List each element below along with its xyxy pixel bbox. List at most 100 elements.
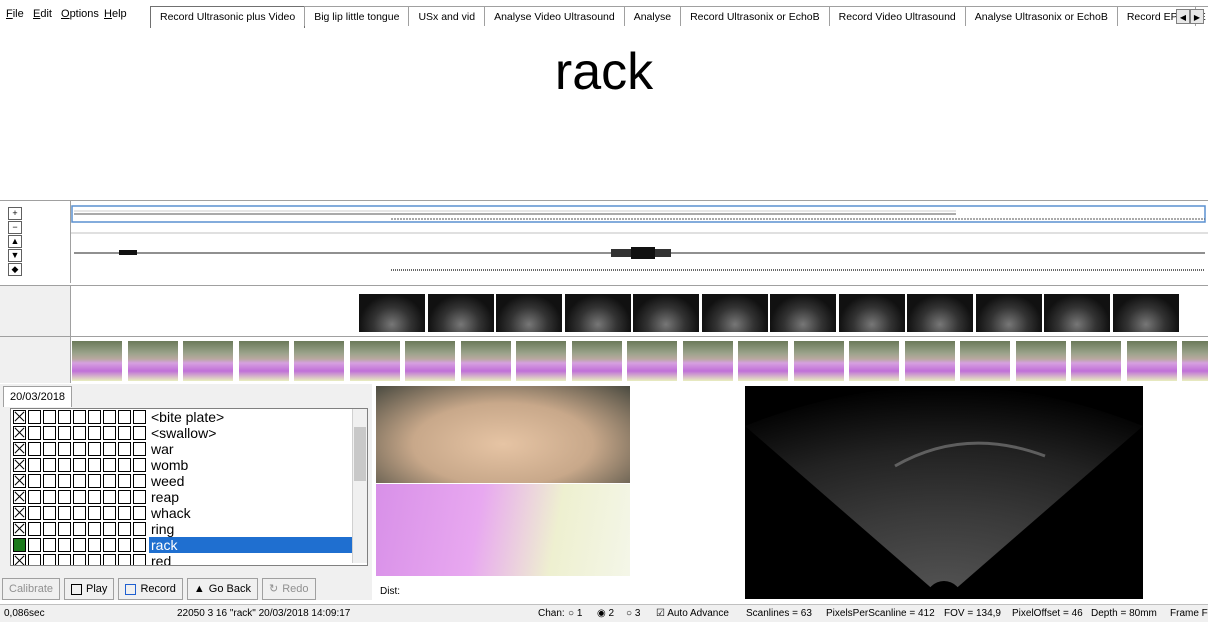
item-checkbox[interactable]: [58, 442, 71, 456]
menu-options[interactable]: Options: [61, 8, 99, 20]
item-checkbox[interactable]: [28, 426, 41, 440]
item-checkbox[interactable]: [103, 458, 116, 472]
item-checkbox[interactable]: [133, 442, 146, 456]
ultrasound-thumbnail[interactable]: [838, 294, 905, 332]
item-checkbox[interactable]: [118, 410, 131, 424]
item-checkbox[interactable]: [88, 458, 101, 472]
item-checkbox[interactable]: [103, 442, 116, 456]
item-checkbox[interactable]: [28, 554, 41, 565]
item-checkbox[interactable]: [58, 410, 71, 424]
ultrasound-thumbnail[interactable]: [564, 294, 631, 332]
video-panel[interactable]: [376, 386, 632, 578]
tab-scroll-left-icon[interactable]: ◀: [1176, 9, 1190, 24]
list-item[interactable]: <bite plate>: [11, 409, 351, 425]
fit-icon[interactable]: ◆: [8, 263, 22, 276]
tab-analyse-video-us[interactable]: Analyse Video Ultrasound: [484, 6, 625, 26]
item-checkbox[interactable]: [73, 410, 86, 424]
item-checkbox[interactable]: [58, 458, 71, 472]
video-thumbnail[interactable]: [960, 341, 1010, 381]
item-checkbox[interactable]: [133, 490, 146, 504]
video-thumbnail[interactable]: [1015, 341, 1066, 381]
item-checkbox[interactable]: [28, 506, 41, 520]
video-thumbnail[interactable]: [1182, 341, 1208, 381]
item-checkbox[interactable]: [73, 554, 86, 565]
item-checkbox[interactable]: [133, 410, 146, 424]
calibrate-button[interactable]: Calibrate: [2, 578, 61, 600]
item-checkbox[interactable]: [43, 506, 56, 520]
ultrasound-thumbnail[interactable]: [427, 294, 494, 332]
item-checkbox[interactable]: [43, 426, 56, 440]
item-checkbox[interactable]: [133, 474, 146, 488]
item-checkbox[interactable]: [133, 506, 146, 520]
video-thumbnail[interactable]: [72, 341, 122, 381]
item-checkbox[interactable]: [13, 426, 26, 440]
ultrasound-thumbnail[interactable]: [1112, 294, 1179, 332]
item-checkbox[interactable]: [73, 538, 86, 552]
session-date-tab[interactable]: 20/03/2018: [3, 386, 73, 407]
item-checkbox[interactable]: [43, 410, 56, 424]
chan-radio-2[interactable]: ◉ 2: [597, 608, 614, 619]
list-item[interactable]: red: [11, 553, 351, 565]
tab-analyse[interactable]: Analyse: [623, 6, 682, 26]
video-thumbnail[interactable]: [183, 341, 233, 381]
menu-help[interactable]: Help: [104, 8, 127, 20]
item-checkbox[interactable]: [43, 554, 56, 565]
item-checkbox[interactable]: [28, 458, 41, 472]
item-checkbox[interactable]: [88, 538, 101, 552]
ultrasound-thumbnail[interactable]: [975, 294, 1042, 332]
record-button[interactable]: Record: [118, 578, 183, 600]
item-checkbox[interactable]: [73, 474, 86, 488]
item-checkbox[interactable]: [103, 410, 116, 424]
item-checkbox[interactable]: [13, 506, 26, 520]
item-checkbox[interactable]: [58, 554, 71, 565]
list-item[interactable]: womb: [11, 457, 351, 473]
item-checkbox[interactable]: [118, 522, 131, 536]
item-checkbox[interactable]: [43, 474, 56, 488]
zoom-in-icon[interactable]: +: [8, 207, 22, 220]
ultrasound-thumbnail[interactable]: [496, 294, 562, 332]
item-checkbox[interactable]: [13, 474, 26, 488]
item-checkbox[interactable]: [103, 538, 116, 552]
item-checkbox[interactable]: [28, 538, 41, 552]
redo-button[interactable]: ↻ Redo: [261, 578, 316, 600]
ultrasound-thumb-strip[interactable]: [0, 285, 1208, 336]
video-thumbnail[interactable]: [516, 341, 566, 381]
item-checkbox[interactable]: [13, 554, 26, 565]
list-item[interactable]: war: [11, 441, 351, 457]
item-checkbox[interactable]: [13, 522, 26, 536]
item-checkbox[interactable]: [133, 522, 146, 536]
item-checkbox[interactable]: [103, 490, 116, 504]
item-checkbox[interactable]: [118, 538, 131, 552]
item-checkbox[interactable]: [58, 522, 71, 536]
tab-big-lip[interactable]: Big lip little tongue: [304, 6, 410, 26]
video-thumbnail[interactable]: [460, 341, 511, 381]
item-checkbox[interactable]: [28, 490, 41, 504]
item-checkbox[interactable]: [43, 442, 56, 456]
list-item[interactable]: <swallow>: [11, 425, 351, 441]
list-item[interactable]: weed: [11, 473, 351, 489]
item-checkbox[interactable]: [103, 522, 116, 536]
item-checkbox[interactable]: [13, 458, 26, 472]
item-checkbox[interactable]: [73, 426, 86, 440]
tab-scroll-right-icon[interactable]: ▶: [1190, 9, 1204, 24]
list-item[interactable]: whack: [11, 505, 351, 521]
video-thumbnail[interactable]: [238, 341, 289, 381]
ultrasound-thumbnail[interactable]: [359, 294, 425, 332]
item-checkbox[interactable]: [118, 458, 131, 472]
item-checkbox[interactable]: [58, 490, 71, 504]
tab-record-ultrasonix[interactable]: Record Ultrasonix or EchoB: [680, 6, 830, 26]
play-button[interactable]: Play: [64, 578, 115, 600]
item-checkbox[interactable]: [58, 538, 71, 552]
item-checkbox[interactable]: [133, 458, 146, 472]
list-item[interactable]: reap: [11, 489, 351, 505]
go-back-button[interactable]: ▲ Go Back: [186, 578, 258, 600]
ultrasound-image[interactable]: [745, 386, 1143, 599]
item-checkbox[interactable]: [43, 458, 56, 472]
chan-radio-1[interactable]: ○ 1: [568, 608, 582, 619]
item-checkbox[interactable]: [103, 474, 116, 488]
auto-advance-checkbox[interactable]: ☑ Auto Advance: [656, 608, 729, 619]
item-checkbox[interactable]: [58, 474, 71, 488]
ultrasound-thumbnail[interactable]: [701, 294, 768, 332]
item-checkbox[interactable]: [133, 538, 146, 552]
scroll-down-icon[interactable]: ▼: [8, 249, 22, 262]
